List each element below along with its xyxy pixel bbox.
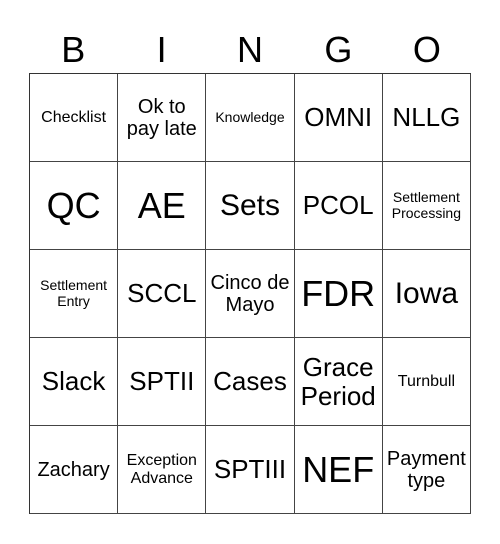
bingo-cell[interactable]: Settlement Processing [382, 162, 471, 250]
bingo-cell[interactable]: SPTIII [206, 426, 295, 514]
bingo-cell[interactable]: NLLG [382, 74, 471, 162]
bingo-cell[interactable]: FDR [294, 250, 383, 338]
bingo-cell[interactable]: Checklist [30, 74, 119, 162]
bingo-cell[interactable]: Sets [206, 162, 295, 250]
bingo-cell[interactable]: Ok to pay late [118, 74, 207, 162]
bingo-cell-text: SPTII [129, 366, 195, 397]
bingo-cell[interactable]: PCOL [294, 162, 383, 250]
bingo-header: B I N G O [29, 28, 471, 72]
bingo-cell-text: SPTIII [213, 454, 287, 485]
bingo-cell-text: NEF [302, 448, 375, 490]
bingo-cell-text: FDR [301, 272, 376, 314]
bingo-cell[interactable]: Payment type [382, 426, 471, 514]
bingo-cell[interactable]: OMNI [294, 74, 383, 162]
bingo-cell[interactable]: Cases [206, 338, 295, 426]
bingo-cell[interactable]: AE [118, 162, 207, 250]
bingo-cell-text: Knowledge [215, 108, 285, 125]
bingo-cell-text: Ok to pay late [126, 95, 197, 140]
bingo-cell-text: Settlement Processing [391, 189, 462, 221]
bingo-cell-text: Zachary [37, 458, 110, 481]
bingo-cell-text: QC [46, 184, 101, 226]
bingo-cell[interactable]: Exception Advance [118, 426, 207, 514]
bingo-cell[interactable]: NEF [294, 426, 383, 514]
bingo-cell-text: Cases [213, 366, 287, 397]
bingo-cell-text: Sets [219, 189, 280, 222]
bingo-cell-text: Slack [41, 366, 106, 397]
bingo-cell-text: OMNI [304, 102, 373, 133]
bingo-cell[interactable]: Grace Period [294, 338, 383, 426]
header-letter-i: I [156, 29, 167, 70]
bingo-cell-text: Settlement Entry [40, 277, 108, 309]
bingo-cell-text: Turnbull [397, 372, 455, 390]
bingo-cell[interactable]: Zachary [30, 426, 119, 514]
bingo-cell-text: Checklist [41, 108, 107, 126]
bingo-cell[interactable]: Iowa [382, 250, 471, 338]
bingo-cell[interactable]: Settlement Entry [30, 250, 119, 338]
bingo-grid: Checklist Ok to pay late Knowledge OMNI NLLG… [29, 73, 471, 514]
bingo-cell-text: Payment type [386, 447, 466, 492]
bingo-cell[interactable]: Turnbull [382, 338, 471, 426]
bingo-cell-text: PCOL [302, 190, 374, 221]
bingo-cell[interactable]: SPTII [118, 338, 207, 426]
bingo-cell[interactable]: Knowledge [206, 74, 295, 162]
bingo-cell[interactable]: Cinco de Mayo [206, 250, 295, 338]
bingo-cell-text: Exception Advance [126, 451, 197, 487]
bingo-cell-text: Grace Period [300, 351, 376, 411]
bingo-cell-text: AE [137, 184, 186, 226]
header-letter-g: G [324, 29, 353, 70]
header-letter-b: B [61, 29, 86, 70]
bingo-cell-text: Cinco de Mayo [210, 271, 290, 316]
bingo-cell[interactable]: SCCL [118, 250, 207, 338]
bingo-cell-text: SCCL [127, 278, 197, 309]
header-letter-o: O [412, 29, 441, 70]
bingo-cell-text: NLLG [392, 102, 461, 133]
bingo-cell[interactable]: Slack [30, 338, 119, 426]
header-letter-n: N [237, 29, 264, 70]
bingo-cell-text: Iowa [394, 277, 459, 310]
bingo-cell[interactable]: QC [30, 162, 119, 250]
